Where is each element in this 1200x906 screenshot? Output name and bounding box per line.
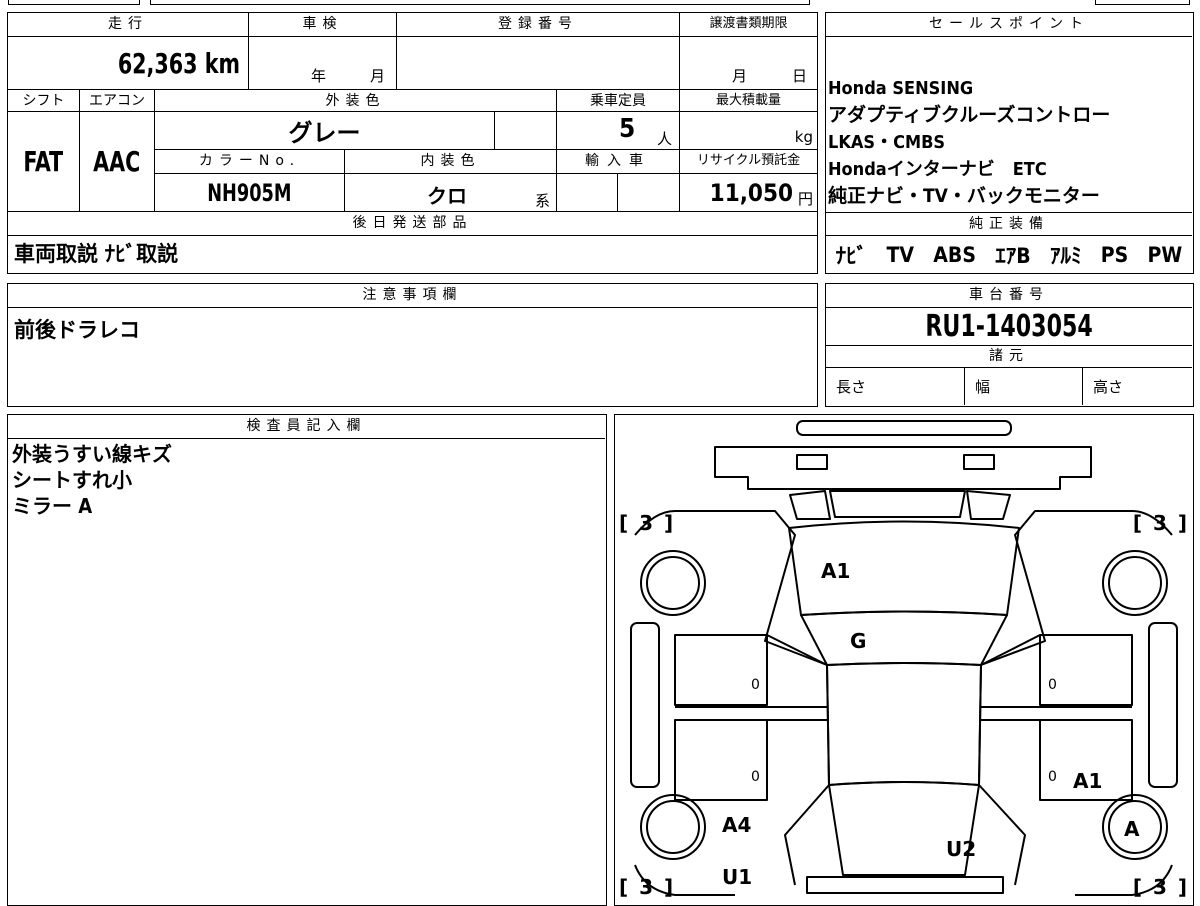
car-diagram [630,420,1178,896]
sales-point-line: Honda SENSING [828,78,974,99]
mark-left-rear-fender: A4 [722,813,752,837]
shaken-header: 車検 [249,13,397,37]
shipping-header: 後日発送部品 [8,212,817,236]
recycle-value: 11,050 円 [680,174,817,212]
spec-width: 幅 [965,368,1083,405]
maxload-header: 最大積載量 [680,90,817,112]
mark-left-rear-door: 0 [751,769,760,785]
sales-point-line: LKAS・CMBS [828,132,946,153]
spec-height: 高さ [1093,378,1124,396]
transfer-deadline-header: 譲渡書類期限 [680,13,817,37]
shift-header: シフト [8,90,80,112]
chassis-number: RU1-1403054 [826,308,1192,346]
mark-right-front-door: 0 [1048,677,1057,693]
chassis-header: 車台番号 [826,284,1192,308]
equipment-item: ABS [933,242,976,267]
mark-windshield: G [850,629,867,653]
sales-point-line: 純正ナビ・TV・バックモニター [828,185,1100,207]
color-no-value: NH905M [155,174,345,212]
recycle-header: リサイクル預託金 [680,150,817,174]
equipment-item: PW [1147,242,1183,267]
ac-header: エアコン [80,90,155,112]
sales-point-list: Honda SENSING アダプティブクルーズコントロー LKAS・CMBS … [828,75,1192,210]
shaken-value: 年 月 [249,37,397,90]
tire-front-right: [ 3 ] [1132,511,1189,535]
inspector-line: シートすれ小 [12,468,132,492]
mark-right-rear-door: 0 [1048,769,1057,785]
inspector-line: 外装うすい線キズ [12,442,172,466]
equipment-item: ﾅﾋﾞ [835,243,868,268]
sales-point-header: セールスポイント [826,13,1192,37]
sales-point-line: アダプティブクルーズコントロー [828,104,1111,126]
equipment-list: ﾅﾋﾞ TV ABS ｴｱB ｱﾙﾐ PS PW [826,237,1192,272]
mark-bonnet: A1 [821,559,851,583]
equipment-item: ｴｱB [995,243,1031,268]
transfer-deadline-value: 月 日 [680,37,817,90]
import-value-b [618,174,680,212]
ac-value: AAC [80,112,155,212]
mark-right-rear-wheel: A [1124,817,1140,841]
mark-left-front-door: 0 [751,677,760,693]
int-color-header: 内装色 [345,150,557,174]
notes-box: 注意事項欄 前後ドラレコ [7,283,818,407]
mileage-header: 走行 [8,13,249,37]
mark-rear-u2: U2 [946,837,977,861]
import-header: 輸入車 [557,150,680,174]
chassis-box: 車台番号 RU1-1403054 諸元 長さ 幅 高さ [825,283,1194,407]
import-value-a [557,174,618,212]
inspector-box: 検査員記入欄 外装うすい線キズ シートすれ小 ミラー A [7,414,607,906]
capacity-header: 乗車定員 [557,90,680,112]
inspector-header: 検査員記入欄 [8,415,605,439]
notes-header: 注意事項欄 [8,284,817,308]
car-diagram-box: [ 3 ] [ 3 ] [ 3 ] [ 3 ] A1 G 0 0 0 0 A1 … [614,414,1194,906]
int-color-value: クロ 系 [345,174,557,212]
spec-length: 長さ [826,368,965,405]
shift-value: FAT [8,112,80,212]
mileage-value: 62,363 km [8,37,249,90]
sales-point-box: セールスポイント Honda SENSING アダプティブクルーズコントロー L… [825,12,1194,274]
ext-color-code [495,112,557,150]
ext-color-header: 外装色 [155,90,557,112]
equipment-item: ｱﾙﾐ [1049,243,1082,268]
vehicle-info-table: 走行 車検 登録番号 譲渡書類期限 62,363 km 年 月 月 日 シフト … [7,12,818,274]
ext-color-value: グレー [155,112,495,150]
top-strip [0,0,1200,8]
specs-header: 諸元 [826,346,1192,368]
registration-value [397,37,680,90]
tire-rear-right: [ 3 ] [1132,875,1189,899]
equipment-header: 純正装備 [826,212,1192,236]
tire-rear-left: [ 3 ] [619,875,676,899]
shipping-value: 車両取説 ﾅﾋﾞ取説 [14,242,179,266]
mark-right-rear-door-a1: A1 [1073,769,1103,793]
mark-left-rear-quarter: U1 [722,865,753,889]
sales-point-line: Hondaインターナビ ETC [828,159,1047,180]
equipment-item: PS [1100,242,1129,267]
capacity-value: 5 人 [557,112,680,150]
tire-front-left: [ 3 ] [619,511,676,535]
inspector-notes: 外装うすい線キズ シートすれ小 ミラー A [12,441,172,519]
maxload-value: kg [680,112,817,150]
registration-header: 登録番号 [397,13,680,37]
color-no-header: カラーNo. [155,150,345,174]
equipment-item: TV [886,242,914,267]
notes-value: 前後ドラレコ [14,318,140,342]
inspector-line: ミラー A [12,494,93,518]
